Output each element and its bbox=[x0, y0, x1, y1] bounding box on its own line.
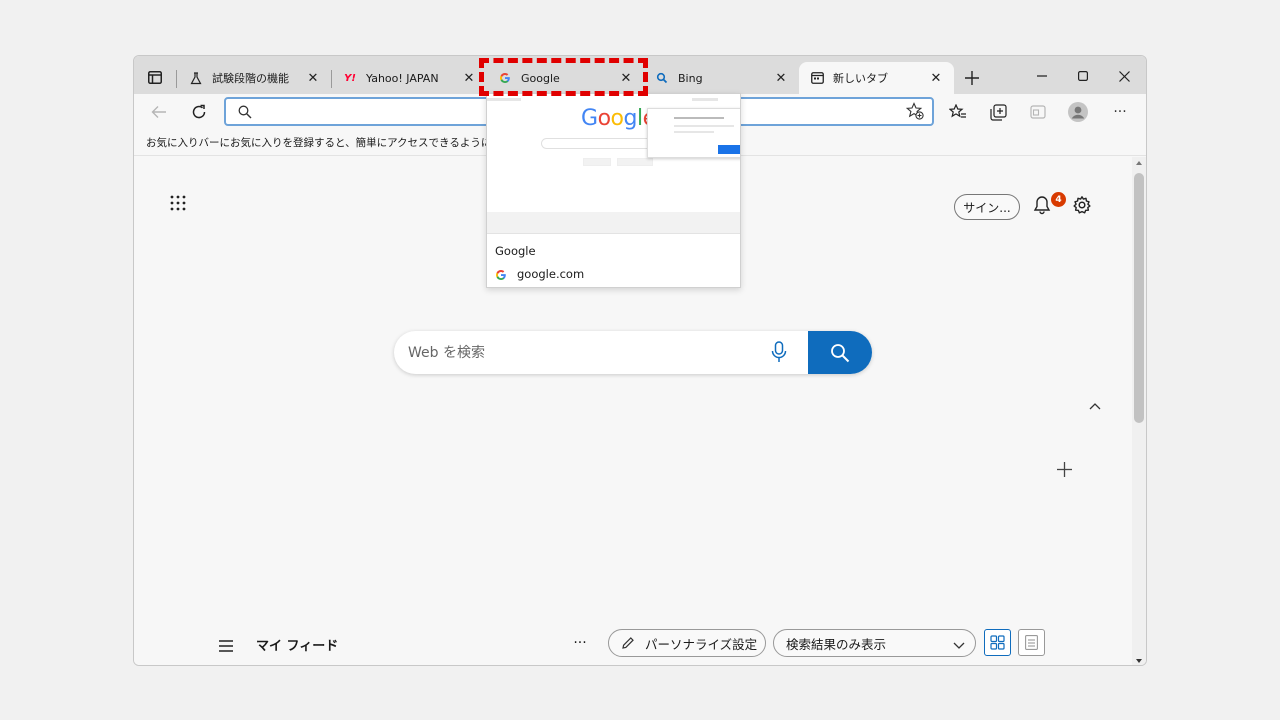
gear-icon bbox=[1073, 196, 1091, 214]
bell-icon bbox=[1033, 196, 1051, 215]
feed-filter-select[interactable]: 検索結果のみ表示 bbox=[773, 629, 976, 657]
more-icon: ··· bbox=[1113, 104, 1127, 120]
feed-bar: マイ フィード ··· パーソナライズ設定 検索結果のみ表示 bbox=[134, 627, 1134, 661]
search-icon bbox=[831, 343, 850, 362]
close-window-button[interactable] bbox=[1109, 64, 1139, 88]
refresh-icon bbox=[192, 104, 206, 119]
microphone-icon[interactable] bbox=[770, 341, 792, 365]
arrow-left-icon bbox=[151, 106, 166, 118]
close-icon bbox=[1118, 70, 1130, 82]
thumb-button bbox=[617, 158, 653, 166]
tab-label: 試験段階の機能 bbox=[212, 72, 289, 85]
chevron-down-icon bbox=[953, 638, 965, 653]
minimize-button[interactable] bbox=[1027, 64, 1057, 88]
list-icon bbox=[1025, 635, 1038, 650]
settings-more-button[interactable]: ··· bbox=[1106, 99, 1134, 125]
refresh-button[interactable] bbox=[185, 99, 213, 125]
tab-actions-button[interactable] bbox=[142, 65, 168, 89]
plus-icon bbox=[1056, 461, 1072, 477]
highlight-box bbox=[479, 58, 648, 96]
window-icon bbox=[1030, 105, 1046, 119]
signin-button[interactable]: サイン... bbox=[954, 194, 1020, 220]
maximize-icon bbox=[1078, 71, 1088, 81]
notification-badge: 4 bbox=[1051, 192, 1066, 207]
search-submit-button[interactable] bbox=[808, 331, 872, 374]
tab-bing[interactable]: Bing ✕ bbox=[644, 62, 799, 94]
favorites-star-list-icon bbox=[949, 104, 966, 118]
new-tab-button[interactable] bbox=[960, 66, 984, 90]
favorites-bar-message: お気に入りバーにお気に入りを登録すると、簡単にアクセスできるようになります。 bbox=[146, 137, 543, 149]
avatar-icon bbox=[1068, 102, 1088, 122]
tab-label: Bing bbox=[678, 71, 703, 85]
thumb-line bbox=[487, 98, 521, 101]
web-search-box bbox=[394, 331, 872, 374]
collapse-quick-links-button[interactable] bbox=[1084, 397, 1106, 415]
page-scrollbar[interactable] bbox=[1132, 157, 1146, 665]
personalize-button[interactable]: パーソナライズ設定 bbox=[608, 629, 766, 657]
google-icon bbox=[495, 266, 509, 280]
thumb-line bbox=[674, 125, 734, 127]
thumb-button bbox=[583, 158, 611, 166]
favorites-button[interactable] bbox=[944, 99, 972, 125]
personalize-label: パーソナライズ設定 bbox=[645, 636, 758, 652]
yahoo-icon: Y! bbox=[344, 72, 356, 84]
collections-button[interactable] bbox=[984, 99, 1012, 125]
plus-icon bbox=[965, 71, 979, 85]
profile-button[interactable] bbox=[1064, 99, 1092, 125]
tab-yahoo[interactable]: Y! Yahoo! JAPAN ✕ bbox=[332, 62, 487, 94]
google-logo: Google bbox=[581, 106, 656, 131]
close-icon[interactable]: ✕ bbox=[773, 70, 789, 86]
tab-label: 新しいタブ bbox=[833, 72, 888, 85]
waffle-icon bbox=[170, 195, 186, 211]
tab-experiments[interactable]: 試験段階の機能 ✕ bbox=[178, 62, 331, 94]
search-icon bbox=[238, 104, 252, 123]
bing-search-icon bbox=[654, 70, 670, 86]
app-launcher-button[interactable] bbox=[170, 195, 192, 217]
thumb-popup-button bbox=[718, 145, 740, 154]
feed-title[interactable]: マイ フィード bbox=[256, 635, 338, 654]
newtab-icon bbox=[809, 70, 825, 86]
signin-label: サイン... bbox=[963, 200, 1011, 215]
close-icon[interactable]: ✕ bbox=[928, 70, 944, 86]
scroll-up-arrow-icon[interactable] bbox=[1135, 159, 1143, 167]
feed-filter-value: 検索結果のみ表示 bbox=[786, 636, 887, 652]
thumb-line bbox=[674, 117, 724, 119]
tab-separator bbox=[176, 70, 177, 88]
web-search-input[interactable] bbox=[408, 342, 748, 364]
minimize-icon bbox=[1037, 75, 1047, 77]
pencil-icon bbox=[621, 636, 635, 653]
preview-url: google.com bbox=[517, 267, 585, 281]
maximize-button[interactable] bbox=[1068, 64, 1098, 88]
tab-new-tab[interactable]: 新しいタブ ✕ bbox=[799, 62, 954, 94]
thumb-footer bbox=[487, 212, 740, 233]
close-icon[interactable]: ✕ bbox=[305, 70, 321, 86]
hamburger-icon bbox=[219, 640, 233, 652]
add-favorite-icon[interactable] bbox=[905, 102, 924, 124]
tab-actions-icon bbox=[148, 70, 162, 84]
split-screen-button[interactable] bbox=[1024, 99, 1052, 125]
list-view-button[interactable] bbox=[1018, 629, 1045, 656]
grid-view-button[interactable] bbox=[984, 629, 1011, 656]
back-button[interactable] bbox=[145, 99, 173, 125]
collections-icon bbox=[989, 103, 1007, 121]
tab-hover-preview[interactable]: Google Google google.com bbox=[486, 93, 741, 288]
preview-thumbnail: Google bbox=[487, 94, 740, 234]
chevron-up-icon bbox=[1089, 403, 1101, 410]
grid-icon bbox=[990, 635, 1005, 650]
scroll-thumb[interactable] bbox=[1134, 173, 1144, 423]
thumb-line bbox=[692, 98, 718, 101]
thumb-line bbox=[674, 131, 714, 133]
preview-title: Google bbox=[495, 244, 536, 258]
feed-menu-button[interactable] bbox=[218, 637, 236, 652]
tab-label: Yahoo! JAPAN bbox=[366, 71, 439, 85]
feed-more-button[interactable]: ··· bbox=[570, 633, 590, 653]
scroll-down-arrow-icon[interactable] bbox=[1135, 657, 1143, 665]
thumb-signin-popup bbox=[647, 108, 740, 158]
flask-icon bbox=[188, 70, 204, 86]
page-settings-button[interactable] bbox=[1072, 195, 1096, 219]
close-icon[interactable]: ✕ bbox=[461, 70, 477, 86]
add-quick-link-button[interactable] bbox=[1052, 457, 1076, 481]
